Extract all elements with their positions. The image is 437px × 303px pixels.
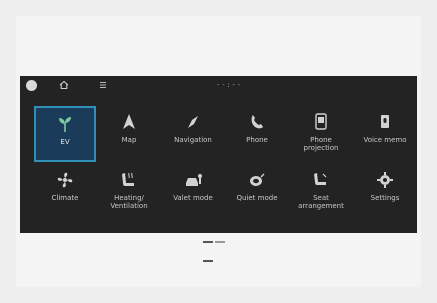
app-tile-settings[interactable]: Settings: [354, 164, 416, 220]
app-tile-map[interactable]: Map: [98, 106, 160, 162]
app-label: Phone projection: [303, 136, 339, 152]
app-tile-ev[interactable]: EV: [34, 106, 96, 162]
seat-heat-icon: [122, 172, 134, 186]
gear-icon: [377, 172, 393, 188]
app-label: Valet mode: [173, 194, 213, 202]
page-dot: [203, 241, 213, 243]
app-tile-seat-arrangement[interactable]: Seat arrangement: [290, 164, 352, 220]
top-bar: --:--: [20, 76, 417, 96]
seat-icon: [314, 173, 327, 185]
app-label: Climate: [51, 194, 79, 202]
phone-projection-icon: [315, 113, 327, 130]
app-label: Heating/ Ventilation: [110, 194, 148, 210]
app-tile-phone-projection[interactable]: Phone projection: [290, 106, 352, 162]
app-label: Map: [121, 136, 137, 144]
app-tile-heating-ventilation[interactable]: Heating/ Ventilation: [98, 164, 160, 220]
page-dot-active: [215, 241, 225, 243]
leaf-icon: [59, 117, 71, 132]
app-tile-voice-memo[interactable]: Voice memo: [354, 106, 416, 162]
app-label: Voice memo: [363, 136, 407, 144]
voice-memo-icon: [381, 115, 389, 128]
quiet-mode-icon: [250, 173, 265, 186]
app-label: Phone: [246, 136, 268, 144]
page-dot: [203, 260, 213, 262]
profile-avatar[interactable]: [26, 80, 37, 91]
map-arrow-icon: [123, 114, 135, 129]
app-tile-climate[interactable]: Climate: [34, 164, 96, 220]
phone-icon: [251, 115, 263, 129]
page-indicator: [203, 228, 237, 262]
home-icon[interactable]: [58, 79, 70, 91]
app-tile-valet-mode[interactable]: Valet mode: [162, 164, 224, 220]
app-label: EV: [60, 138, 70, 146]
fan-icon: [57, 172, 73, 188]
app-label: Settings: [370, 194, 400, 202]
app-tile-phone[interactable]: Phone: [226, 106, 288, 162]
app-label: Navigation: [174, 136, 212, 144]
app-label: Quiet mode: [236, 194, 278, 202]
infotainment-screen: --:-- EV Map Navigation Phone Phone proj…: [20, 76, 417, 262]
menu-icon[interactable]: [98, 80, 108, 90]
app-label: Seat arrangement: [298, 194, 344, 210]
app-tile-navigation[interactable]: Navigation: [162, 106, 224, 162]
clock: --:--: [216, 81, 243, 89]
app-tile-quiet-mode[interactable]: Quiet mode: [226, 164, 288, 220]
valet-car-icon: [186, 174, 202, 186]
compass-icon: [188, 116, 198, 128]
